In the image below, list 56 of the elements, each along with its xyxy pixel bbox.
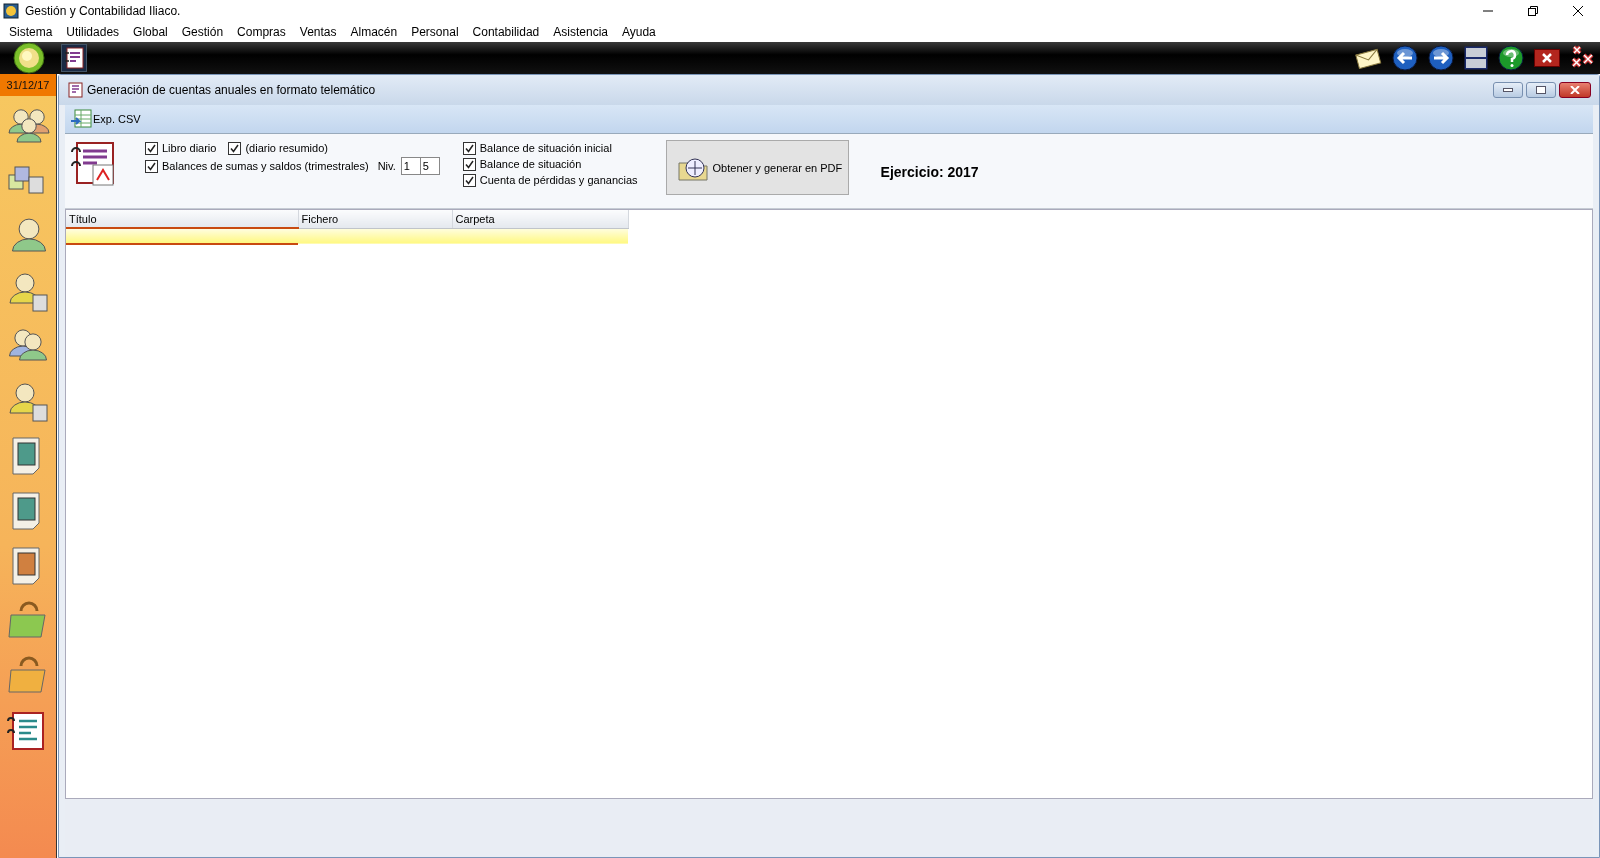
checkbox-label: Cuenta de pérdidas y ganancias	[479, 173, 638, 187]
table-cell[interactable]	[66, 228, 298, 244]
menu-item[interactable]: Utilidades	[59, 22, 127, 42]
menu-item[interactable]: Compras	[230, 22, 293, 42]
menu-item[interactable]: Ayuda	[615, 22, 663, 42]
close-icon	[1570, 86, 1580, 94]
checkbox[interactable]	[462, 173, 476, 187]
close-icon	[1572, 6, 1583, 16]
checkbox-label: Balance de situación inicial	[479, 141, 612, 155]
report-book-icon	[67, 82, 83, 98]
checkbox[interactable]	[462, 141, 476, 155]
menu-item[interactable]: Contabilidad	[465, 22, 547, 42]
envelope-icon[interactable]	[1354, 47, 1382, 69]
checkbox-label: Balance de situación	[479, 157, 582, 171]
menu-item[interactable]: Sistema	[2, 22, 60, 42]
export-csv-button[interactable]: Exp. CSV	[71, 109, 141, 129]
tile-windows-icon[interactable]	[1464, 46, 1488, 70]
report-pdf-icon	[69, 140, 117, 186]
minimize-button[interactable]	[1493, 82, 1523, 98]
checkbox-label: (diario resumido)	[245, 141, 328, 155]
date-label: 31/12/17	[0, 74, 56, 96]
level-label: Niv.	[377, 160, 396, 172]
close-button[interactable]	[1559, 82, 1591, 98]
minimize-icon	[1503, 88, 1513, 92]
menu-item[interactable]: Gestión	[174, 22, 231, 42]
report-book-icon	[64, 47, 84, 69]
checkbox[interactable]	[145, 159, 158, 173]
report-book-button[interactable]	[61, 44, 87, 72]
app-icon	[3, 3, 19, 19]
checkbox-label: Balances de sumas y saldos (trimestrales)	[162, 159, 369, 173]
menu-item[interactable]: Almacén	[343, 22, 405, 42]
column-header[interactable]: Fichero	[298, 210, 452, 228]
window-title: Gestión y Contabilidad Iliaco.	[25, 4, 182, 18]
maximize-button[interactable]	[1526, 82, 1556, 98]
maximize-icon	[1536, 86, 1546, 94]
menu-item[interactable]: Ventas	[292, 22, 344, 42]
child-window-title: Generación de cuentas anuales en formato telemático	[87, 83, 377, 97]
checkbox[interactable]	[145, 141, 158, 155]
column-header[interactable]: Carpeta	[452, 210, 628, 228]
checkbox[interactable]	[228, 141, 242, 155]
help-icon[interactable]	[1498, 45, 1524, 71]
spreadsheet-icon	[71, 109, 93, 129]
fiscal-year-label: Ejercicio: 2017	[880, 164, 979, 180]
check-icon	[230, 143, 240, 153]
level-input[interactable]: 1	[400, 157, 421, 175]
restore-icon	[1527, 6, 1538, 16]
checkbox-label: Libro diario	[162, 141, 217, 155]
menu-item[interactable]: Global	[126, 22, 175, 42]
menu-item[interactable]: Personal	[404, 22, 466, 42]
close-window-icon[interactable]	[1534, 49, 1560, 67]
level-input[interactable]: 5	[419, 157, 440, 175]
checkbox[interactable]	[462, 157, 476, 171]
column-header[interactable]: Título	[66, 210, 298, 228]
menu-item[interactable]: Asistencia	[546, 22, 615, 42]
generate-pdf-button[interactable]: Obtener y generar en PDF	[665, 140, 849, 195]
orb-icon[interactable]	[11, 42, 46, 74]
